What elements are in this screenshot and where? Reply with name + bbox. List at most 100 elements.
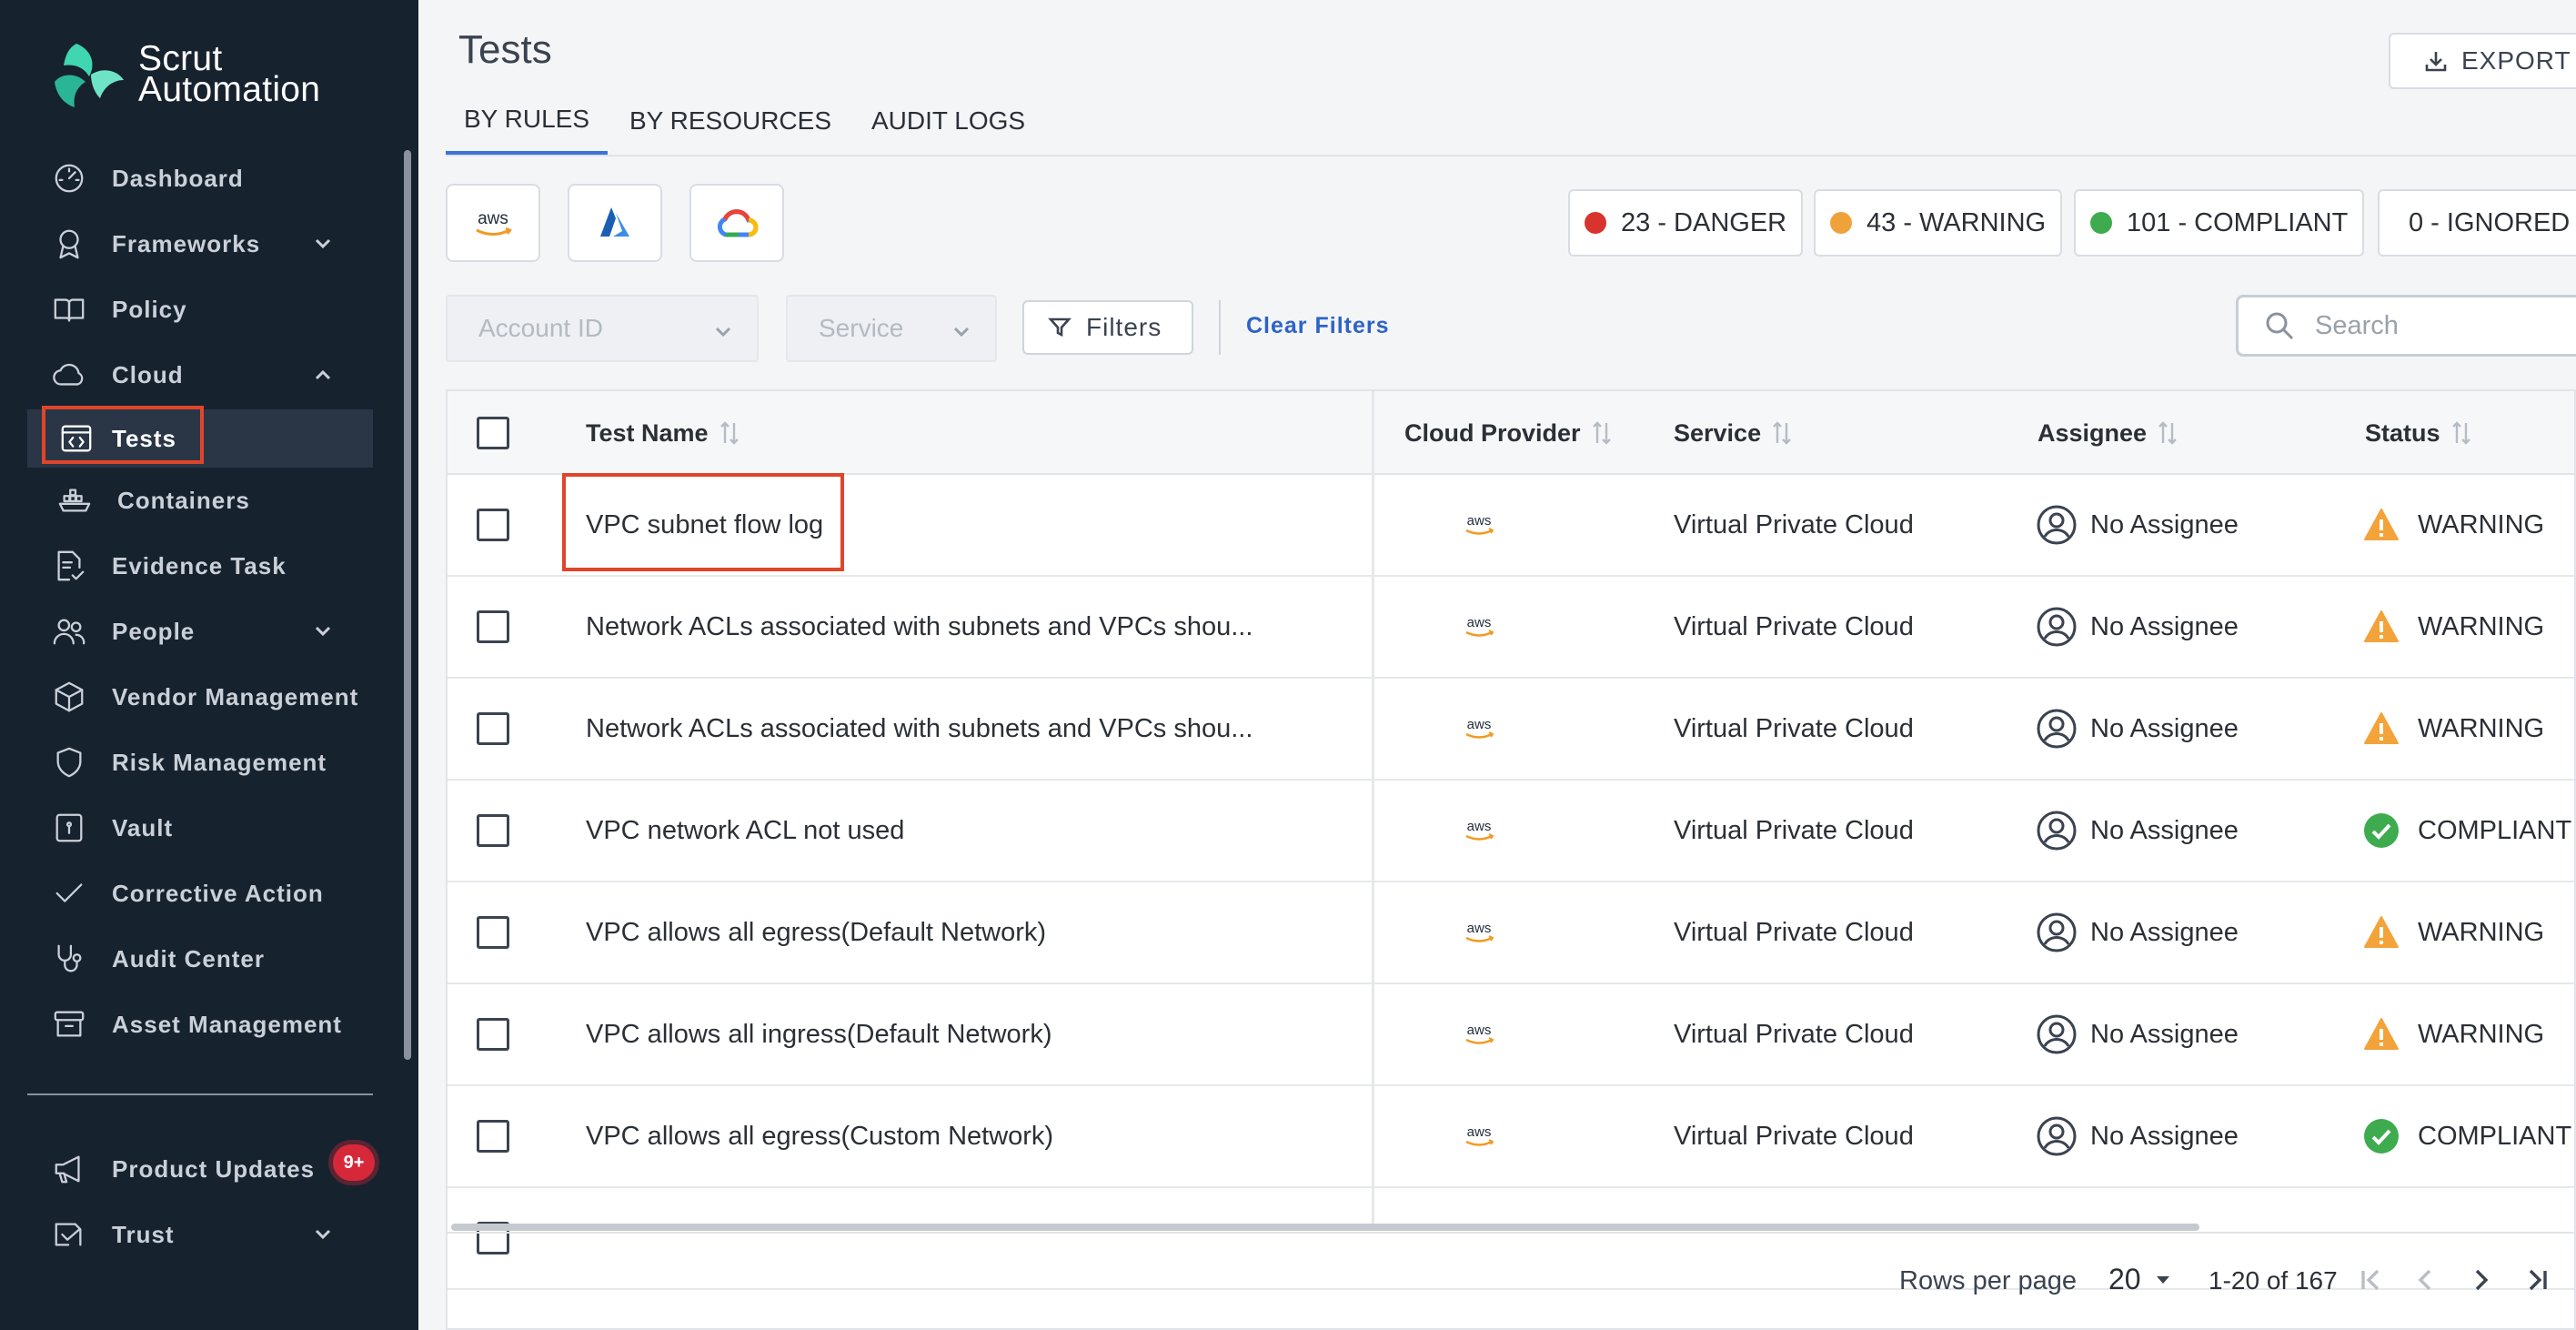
- brand-logo[interactable]: Scrut Automation: [51, 40, 320, 109]
- clear-filters-link[interactable]: Clear Filters: [1246, 313, 1390, 339]
- table-row[interactable]: VPC network ACL not used aws Virtual Priva…: [448, 781, 2574, 882]
- search-box[interactable]: [2236, 295, 2576, 357]
- sort-arrows-icon[interactable]: [2450, 418, 2473, 448]
- table-header: Test Name Cloud Provider Service Assigne…: [448, 391, 2574, 475]
- sidebar-item-corrective-action[interactable]: Corrective Action: [0, 864, 373, 922]
- tab-by-rules[interactable]: BY RULES: [446, 87, 608, 155]
- assignee-cell[interactable]: No Assignee: [2036, 1086, 2239, 1186]
- table-row[interactable]: VPC subnet flow log aws Virtual Private Cl…: [448, 475, 2574, 577]
- provider-aws-button[interactable]: aws: [446, 184, 540, 262]
- status-cell: COMPLIANT: [2363, 1086, 2571, 1186]
- danger-count-label: 23 - DANGER: [1621, 207, 1787, 237]
- provider-azure-button[interactable]: [568, 184, 662, 262]
- sidebar-scrollbar[interactable]: [404, 150, 411, 1060]
- sidebar-item-asset-management[interactable]: Asset Management: [0, 995, 373, 1053]
- sidebar-item-label: Evidence Task: [112, 551, 287, 579]
- assignee-cell[interactable]: No Assignee: [2036, 781, 2239, 881]
- table-row[interactable]: Network ACLs associated with subnets and…: [448, 679, 2574, 781]
- sort-arrows-icon[interactable]: [2156, 418, 2179, 448]
- rows-per-page-select[interactable]: 20: [2108, 1263, 2174, 1296]
- warning-count-pill[interactable]: 43 - WARNING: [1814, 189, 2063, 257]
- assignee-name: No Assignee: [2090, 509, 2239, 539]
- row-checkbox[interactable]: [477, 610, 509, 643]
- sidebar-item-evidence-task[interactable]: Evidence Task: [0, 537, 373, 595]
- table-row[interactable]: VPC allows all ingress(Default Network) a…: [448, 984, 2574, 1086]
- provider-google-cloud-button[interactable]: [689, 184, 784, 262]
- test-name-cell[interactable]: VPC allows all egress(Custom Network): [586, 1086, 1053, 1186]
- service-cell: Virtual Private Cloud: [1674, 611, 1914, 641]
- sort-arrows-icon[interactable]: [1590, 418, 1614, 448]
- svg-text:aws: aws: [1467, 1124, 1492, 1140]
- sidebar-item-vault[interactable]: Vault: [0, 799, 373, 857]
- service-placeholder: Service: [819, 314, 904, 342]
- previous-page-button[interactable]: [2403, 1257, 2449, 1303]
- row-checkbox[interactable]: [477, 712, 509, 745]
- sort-arrows-icon[interactable]: [1770, 418, 1794, 448]
- sidebar-item-trust[interactable]: Trust: [0, 1205, 373, 1264]
- assignee-cell[interactable]: No Assignee: [2036, 679, 2239, 779]
- account-id-select[interactable]: Account ID: [446, 295, 759, 362]
- warning-triangle-icon: [2363, 609, 2418, 645]
- row-checkbox[interactable]: [477, 1018, 509, 1051]
- sidebar-item-policy[interactable]: Policy: [0, 280, 373, 338]
- last-page-button[interactable]: [2514, 1257, 2560, 1303]
- row-checkbox[interactable]: [477, 509, 509, 541]
- table-row[interactable]: VPC allows all egress(Default Network) aw…: [448, 882, 2574, 984]
- sidebar-item-audit-center[interactable]: Audit Center: [0, 930, 373, 988]
- export-button[interactable]: EXPORT: [2389, 33, 2576, 89]
- select-all-checkbox[interactable]: [477, 417, 509, 449]
- horizontal-scrollbar[interactable]: [451, 1224, 2199, 1231]
- sidebar-item-risk-management[interactable]: Risk Management: [0, 733, 373, 791]
- filter-divider: [1219, 300, 1221, 355]
- next-page-button[interactable]: [2458, 1257, 2503, 1303]
- chevron-down-icon[interactable]: [309, 230, 337, 257]
- column-header-assignee[interactable]: Assignee: [2038, 391, 2179, 475]
- column-header-cloud-provider[interactable]: Cloud Provider: [1404, 391, 1614, 475]
- first-page-button[interactable]: [2349, 1257, 2394, 1303]
- service-select[interactable]: Service: [786, 295, 997, 362]
- warning-triangle-icon: [2363, 507, 2418, 543]
- row-checkbox[interactable]: [477, 916, 509, 949]
- row-checkbox[interactable]: [477, 1120, 509, 1153]
- column-header-service[interactable]: Service: [1674, 391, 1794, 475]
- assignee-cell[interactable]: No Assignee: [2036, 882, 2239, 982]
- svg-text:aws: aws: [1467, 921, 1492, 936]
- sidebar-item-cloud[interactable]: Cloud: [0, 346, 373, 404]
- assignee-cell[interactable]: No Assignee: [2036, 577, 2239, 677]
- sidebar-item-frameworks[interactable]: Frameworks: [0, 215, 373, 273]
- test-name-cell[interactable]: Network ACLs associated with subnets and…: [586, 577, 1253, 677]
- column-header-test-name[interactable]: Test Name: [586, 391, 741, 475]
- table-row[interactable]: VPC allows all egress(Custom Network) aws…: [448, 1086, 2574, 1188]
- sidebar-item-dashboard[interactable]: Dashboard: [0, 149, 373, 207]
- sidebar-item-vendor-management[interactable]: Vendor Management: [0, 668, 373, 726]
- table-row[interactable]: Network ACLs associated with subnets and…: [448, 577, 2574, 679]
- chevron-down-icon[interactable]: [309, 1221, 337, 1248]
- sidebar-item-product-updates[interactable]: Product Updates: [0, 1140, 373, 1198]
- test-name-cell[interactable]: VPC subnet flow log: [586, 475, 823, 575]
- assignee-cell[interactable]: No Assignee: [2036, 475, 2239, 575]
- sidebar-item-people[interactable]: People: [0, 602, 373, 660]
- status-label: COMPLIANT: [2418, 815, 2572, 845]
- column-header-status[interactable]: Status: [2365, 391, 2473, 475]
- test-name-cell[interactable]: VPC allows all ingress(Default Network): [586, 984, 1052, 1084]
- user-avatar-icon: [2036, 912, 2090, 953]
- test-name-cell[interactable]: VPC allows all egress(Default Network): [586, 882, 1046, 982]
- status-label: WARNING: [2418, 1019, 2545, 1049]
- chevron-down-icon[interactable]: [309, 618, 337, 645]
- tab-by-resources[interactable]: BY RESOURCES: [611, 87, 850, 155]
- compliant-count-pill[interactable]: 101 - COMPLIANT: [2074, 189, 2365, 257]
- test-name-cell[interactable]: Network ACLs associated with subnets and…: [586, 679, 1253, 779]
- sidebar-item-containers[interactable]: Containers: [0, 471, 373, 529]
- chevron-up-icon[interactable]: [309, 361, 337, 388]
- test-name-cell[interactable]: VPC network ACL not used: [586, 781, 904, 881]
- row-checkbox[interactable]: [477, 814, 509, 847]
- search-input[interactable]: [2315, 310, 2551, 341]
- tab-audit-logs[interactable]: AUDIT LOGS: [853, 87, 1043, 155]
- svg-text:aws: aws: [1467, 819, 1492, 834]
- assignee-cell[interactable]: No Assignee: [2036, 984, 2239, 1084]
- sort-arrows-icon[interactable]: [718, 418, 741, 448]
- funnel-icon: [1048, 317, 1072, 338]
- danger-count-pill[interactable]: 23 - DANGER: [1568, 189, 1804, 257]
- filters-button[interactable]: Filters: [1022, 300, 1193, 355]
- ignored-count-pill[interactable]: 0 - IGNORED: [2378, 189, 2576, 257]
